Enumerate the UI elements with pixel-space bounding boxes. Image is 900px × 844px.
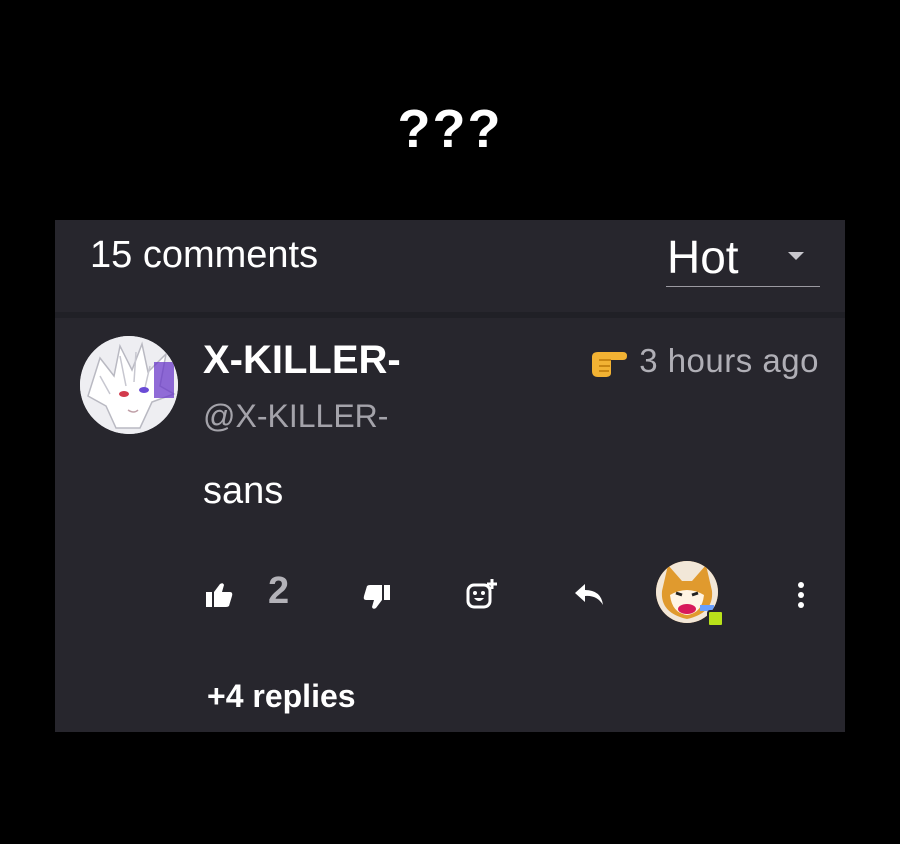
thumbs-up-icon[interactable] <box>205 582 233 608</box>
more-options-icon[interactable] <box>797 580 805 610</box>
comment-body: sans <box>203 470 284 512</box>
comment-author-name[interactable]: X-KILLER- <box>203 338 401 383</box>
comments-header: 15 comments Hot <box>55 220 845 318</box>
comment-count: 15 comments <box>90 234 319 276</box>
like-count: 2 <box>268 570 290 612</box>
thumbs-down-icon[interactable] <box>363 584 391 610</box>
meme-caption: ??? <box>397 99 503 159</box>
caret-down-icon <box>788 252 804 260</box>
add-reaction-icon[interactable] <box>465 578 499 612</box>
sort-selected-value: Hot <box>667 231 739 283</box>
author-avatar[interactable] <box>80 336 178 434</box>
sort-dropdown[interactable]: Hot <box>666 226 820 287</box>
pointing-hand-icon <box>592 352 628 377</box>
view-replies-button[interactable]: +4 replies <box>207 678 356 715</box>
online-status-indicator <box>707 610 724 627</box>
reply-icon[interactable] <box>573 582 605 608</box>
comment-timestamp: 3 hours ago <box>639 342 819 379</box>
comments-panel: 15 comments Hot X-KILLER- @X-KILLER- 3 h… <box>55 220 845 732</box>
anime-avatar-image <box>80 336 178 434</box>
comment-actions <box>55 560 845 630</box>
comment-meta: 3 hours ago <box>589 342 819 380</box>
comment-author-handle[interactable]: @X-KILLER- <box>203 398 388 435</box>
